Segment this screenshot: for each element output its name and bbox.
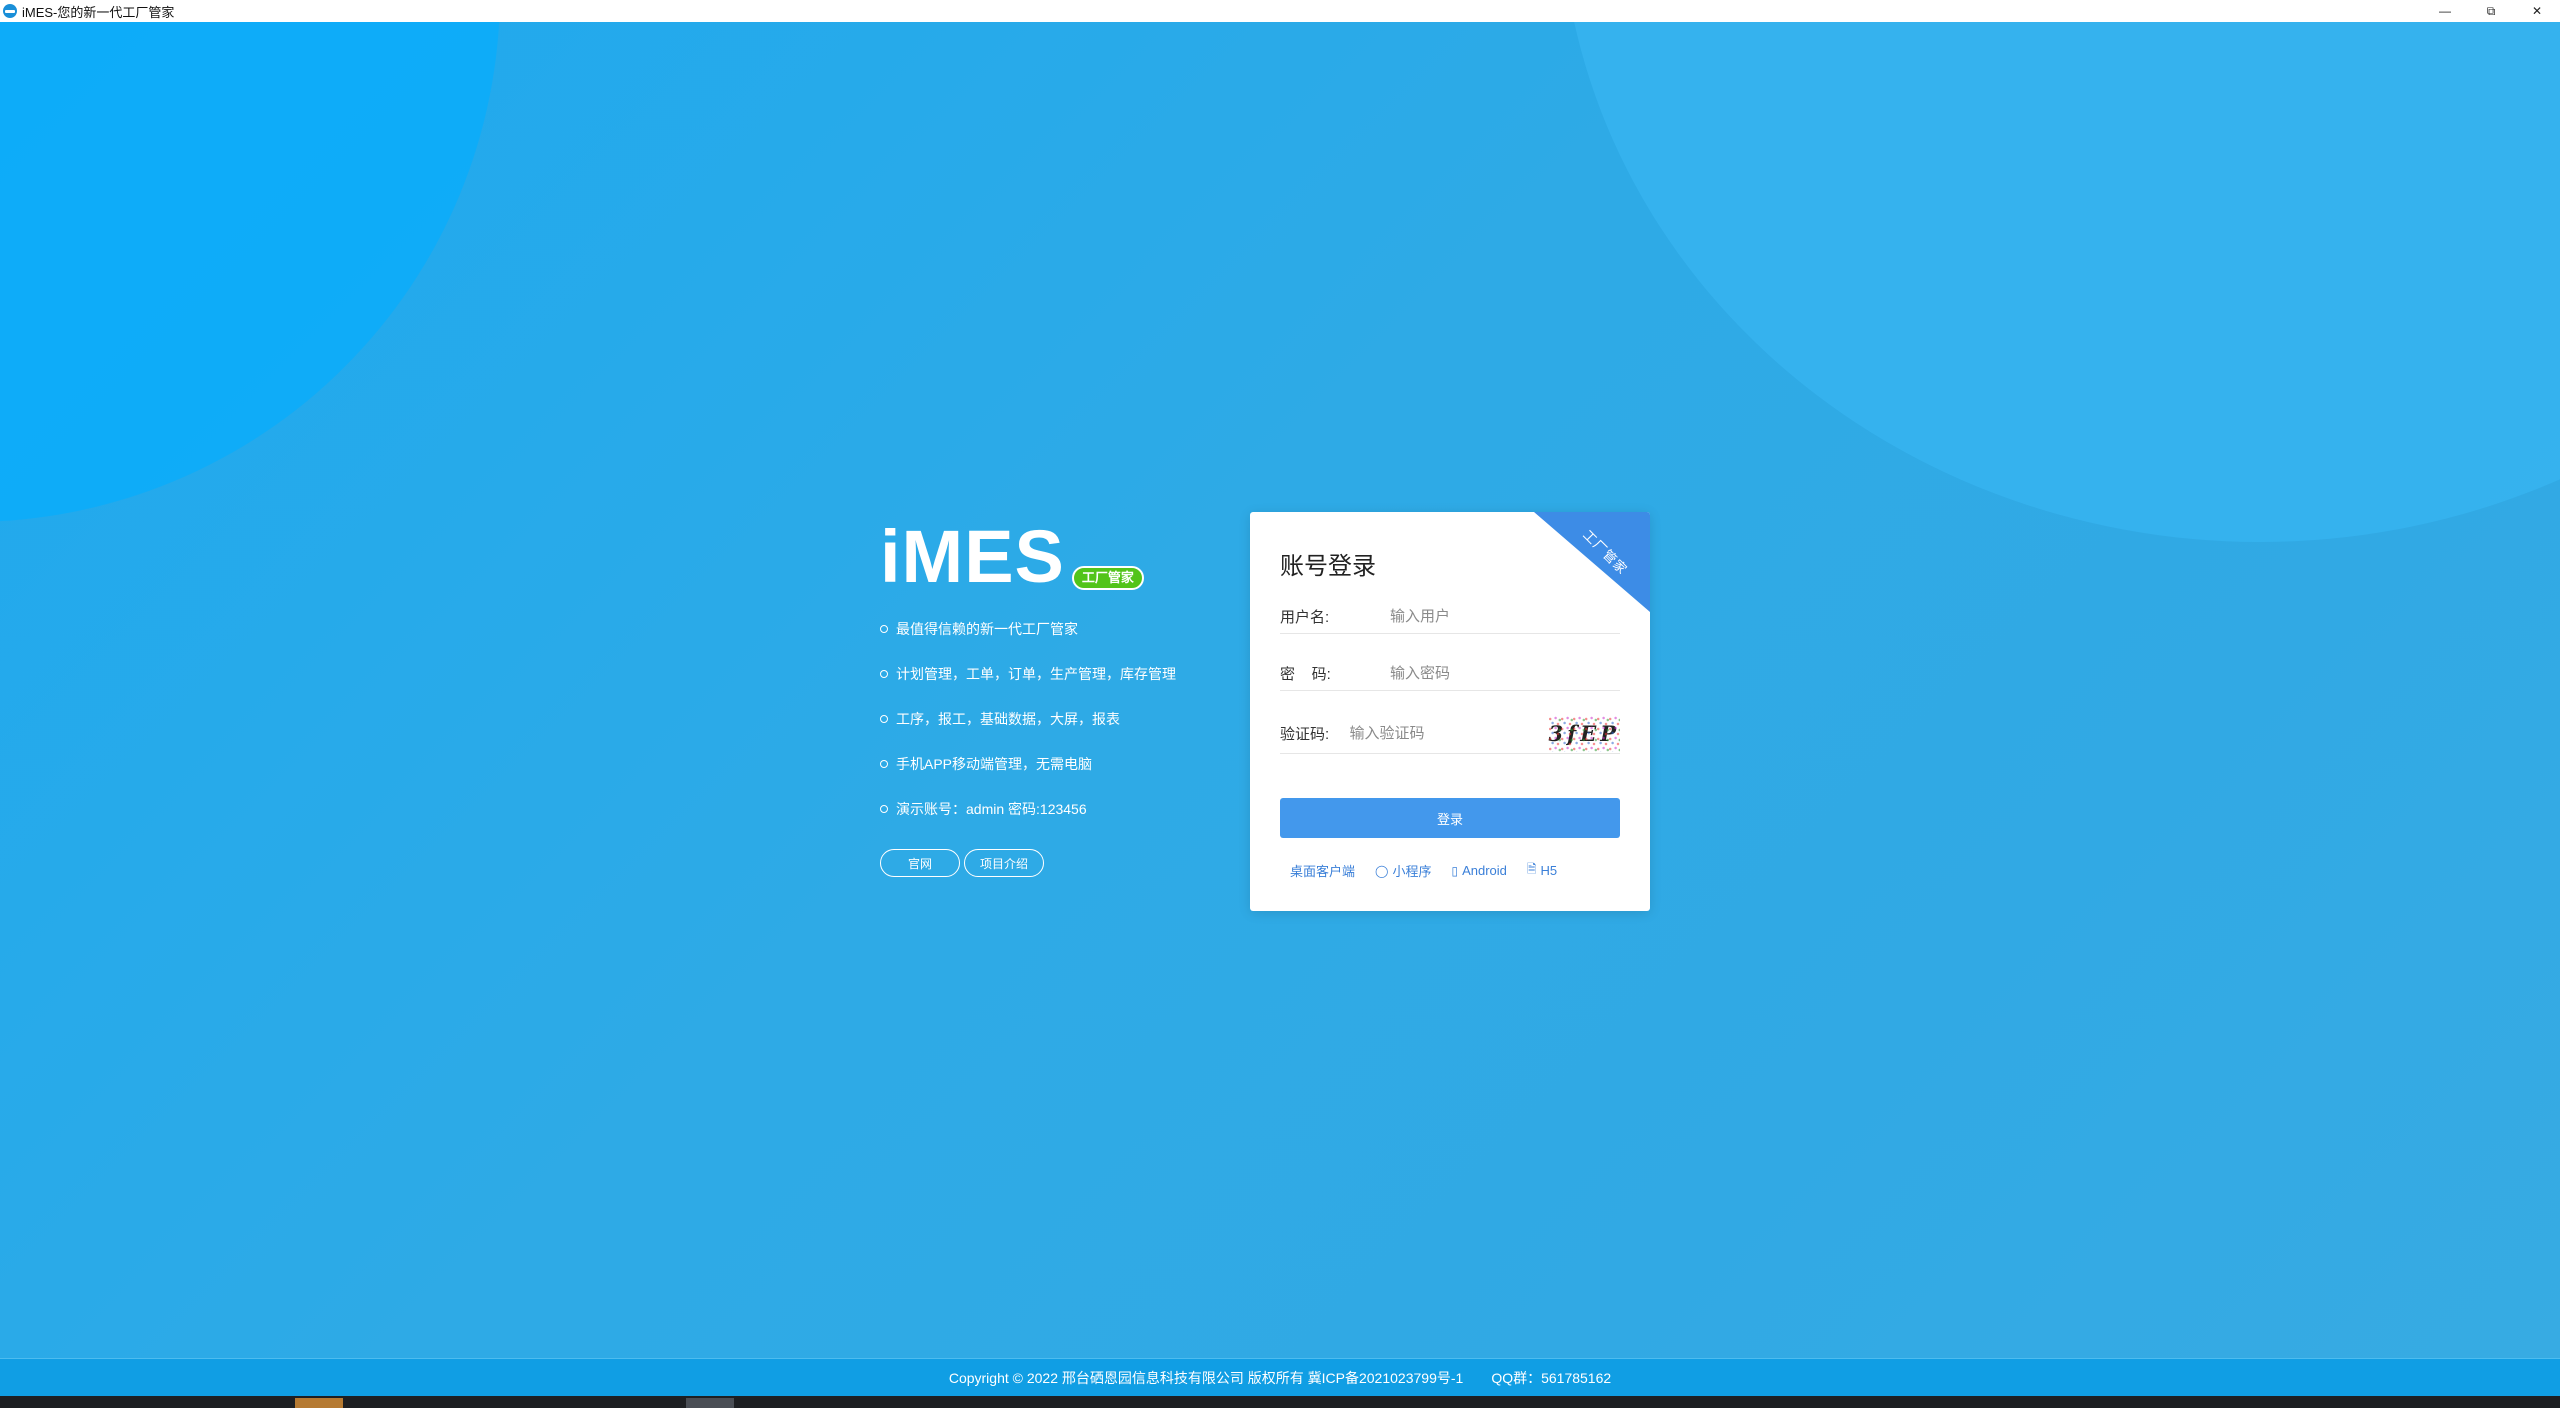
brand-badge: 工厂管家 — [1071, 566, 1144, 590]
bullet-circle-icon — [880, 624, 888, 633]
captcha-image-text: 3fEP — [1548, 721, 1620, 746]
h5-link[interactable]: 🗎 H5 — [1527, 860, 1557, 881]
footer: Copyright © 2022 邢台硒恩园信息科技有限公司 版权所有 冀ICP… — [0, 1358, 2560, 1396]
captcha-label: 验证码: — [1280, 726, 1330, 743]
username-input[interactable] — [1390, 601, 1620, 632]
background-circle-left — [0, 22, 500, 522]
username-row: 用户名: — [1280, 600, 1620, 634]
client-link-label: H5 — [1540, 863, 1558, 878]
document-icon: 🗎 — [1526, 862, 1537, 876]
feature-text: 演示账号：admin 密码:123456 — [896, 800, 1087, 817]
window-title: iMES-您的新一代工厂管家 — [22, 4, 175, 20]
restore-button[interactable]: ⧉ — [2468, 0, 2514, 22]
intro-links: 官网 项目介绍 — [880, 849, 1240, 877]
footer-qq-group: QQ群：561785162 — [1491, 1369, 1612, 1386]
client-link-label: 桌面客户端 — [1290, 864, 1356, 879]
window-controls: — ⧉ ✕ — [2422, 0, 2560, 22]
feature-text: 工序，报工，基础数据，大屏，报表 — [896, 710, 1120, 727]
bullet-circle-icon — [880, 714, 888, 723]
feature-item: 手机APP移动端管理，无需电脑 — [880, 741, 1240, 786]
taskbar-app-item[interactable] — [686, 1398, 734, 1408]
minimize-button[interactable]: — — [2422, 0, 2468, 22]
mini-program-link[interactable]: ◯ 小程序 — [1375, 861, 1431, 880]
bullet-circle-icon — [880, 669, 888, 678]
project-intro-button[interactable]: 项目介绍 — [964, 849, 1044, 877]
captcha-row: 验证码: 3fEP — [1280, 714, 1620, 754]
feature-text: 手机APP移动端管理，无需电脑 — [896, 755, 1093, 772]
close-button[interactable]: ✕ — [2514, 0, 2560, 22]
official-site-button[interactable]: 官网 — [880, 849, 960, 877]
login-card: 工厂管家 账号登录 用户名: 密 码: 验证码: 3fEP 登录 桌面客户端 ◯… — [1250, 512, 1650, 911]
client-links: 桌面客户端 ◯ 小程序 ▯ Android 🗎 H5 — [1290, 860, 1557, 881]
feature-text: 最值得信赖的新一代工厂管家 — [896, 620, 1078, 637]
feature-text: 计划管理，工单，订单，生产管理，库存管理 — [896, 665, 1176, 682]
feature-item: 最值得信赖的新一代工厂管家 — [880, 606, 1240, 651]
bullet-circle-icon — [880, 759, 888, 768]
feature-item: 演示账号：admin 密码:123456 — [880, 786, 1240, 831]
login-button[interactable]: 登录 — [1280, 798, 1620, 838]
login-title: 账号登录 — [1280, 553, 1376, 580]
password-row: 密 码: — [1280, 657, 1620, 691]
password-input[interactable] — [1390, 658, 1620, 689]
app-logo-icon — [3, 4, 17, 18]
brand-title: iMES — [880, 515, 1065, 598]
window-titlebar: iMES-您的新一代工厂管家 — ⧉ ✕ — [0, 0, 2560, 22]
desktop-client-link[interactable]: 桌面客户端 — [1290, 861, 1355, 880]
feature-item: 工序，报工，基础数据，大屏，报表 — [880, 696, 1240, 741]
android-link[interactable]: ▯ Android — [1451, 863, 1506, 878]
feature-item: 计划管理，工单，订单，生产管理，库存管理 — [880, 651, 1240, 696]
bullet-circle-icon — [880, 804, 888, 813]
client-link-label: Android — [1462, 863, 1507, 878]
footer-copyright: Copyright © 2022 邢台硒恩园信息科技有限公司 版权所有 冀ICP… — [948, 1369, 1464, 1386]
background-circle-right — [1560, 22, 2560, 542]
feature-list: 最值得信赖的新一代工厂管家 计划管理，工单，订单，生产管理，库存管理 工序，报工… — [880, 606, 1240, 831]
taskbar-app-item[interactable] — [295, 1398, 343, 1408]
chat-bubble-icon: ◯ — [1375, 863, 1389, 878]
password-label: 密 码: — [1280, 666, 1331, 683]
captcha-image[interactable]: 3fEP — [1548, 715, 1620, 752]
username-label: 用户名: — [1280, 609, 1330, 626]
intro-panel: iMES 工厂管家 最值得信赖的新一代工厂管家 计划管理，工单，订单，生产管理，… — [880, 504, 1240, 877]
brand-row: iMES 工厂管家 — [880, 504, 1240, 594]
client-link-label: 小程序 — [1392, 864, 1432, 879]
mobile-phone-icon: ▯ — [1451, 863, 1459, 878]
os-taskbar — [0, 1396, 2560, 1408]
captcha-input[interactable] — [1349, 718, 1549, 749]
